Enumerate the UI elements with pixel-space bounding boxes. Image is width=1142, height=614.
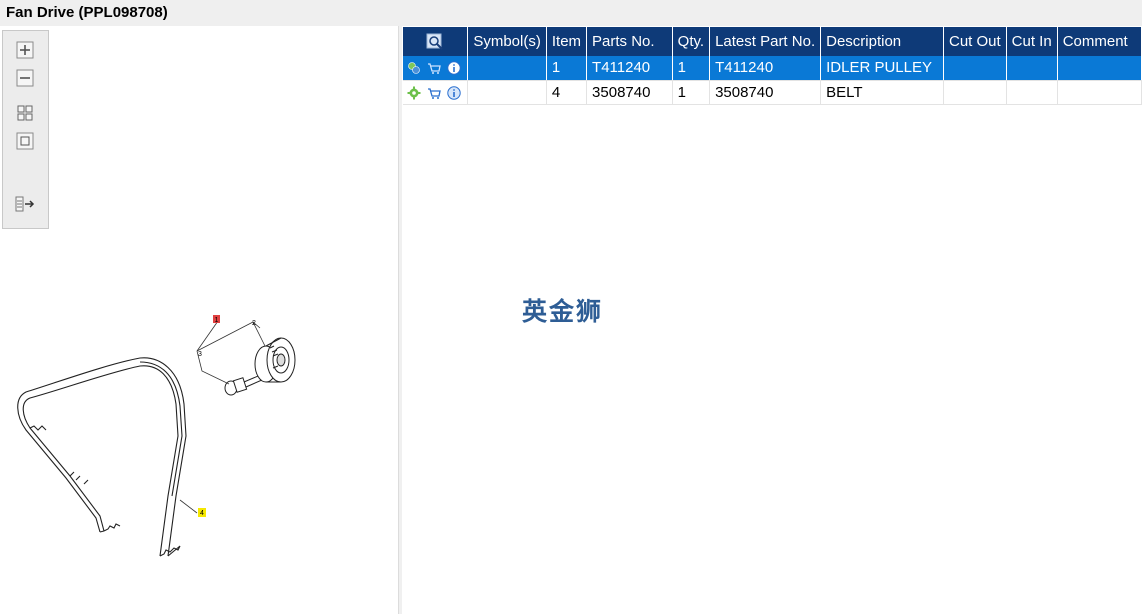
replace-part-icon[interactable]	[407, 61, 421, 75]
callout-3-label[interactable]: 3	[198, 351, 202, 358]
cell-description: BELT	[820, 80, 944, 105]
cell-item: 1	[546, 56, 588, 81]
cell-comment	[1057, 80, 1142, 105]
column-header-parts-no[interactable]: Parts No.	[586, 27, 673, 56]
column-header-latest-part-no[interactable]: Latest Part No.	[709, 27, 822, 56]
callout-2: 2	[252, 320, 256, 327]
cell-cut-in	[1006, 56, 1058, 81]
parts-table: Symbol(s) Item Parts No. Qty. Latest Par…	[403, 27, 1142, 105]
magnifier-icon	[426, 33, 443, 50]
cell-comment	[1057, 56, 1142, 81]
column-header-item[interactable]: Item	[546, 27, 588, 56]
table-row[interactable]: 1 T411240 1 T411240 IDLER PULLEY	[403, 56, 1142, 81]
column-header-description[interactable]: Description	[820, 27, 944, 56]
info-icon[interactable]	[447, 61, 462, 75]
column-header-search[interactable]	[403, 27, 469, 56]
window-title: Fan Drive (PPL098708)	[0, 0, 1142, 26]
cell-latest-part-no: T411240	[709, 56, 822, 81]
column-header-comment[interactable]: Comment	[1057, 27, 1142, 56]
table-header-row: Symbol(s) Item Parts No. Qty. Latest Par…	[403, 27, 1142, 56]
cell-item: 4	[546, 80, 588, 105]
gear-icon[interactable]	[407, 86, 421, 100]
row-action-icons	[403, 80, 469, 105]
cell-qty: 1	[672, 80, 711, 105]
callout-1: 1	[213, 315, 220, 324]
info-icon[interactable]	[447, 85, 462, 100]
cell-cut-out	[943, 56, 1007, 81]
callout-4-label[interactable]: 4	[200, 510, 204, 517]
callout-4: 4	[198, 508, 206, 517]
exploded-diagram: 1 2 3 4	[17, 315, 296, 557]
column-header-cut-in[interactable]: Cut In	[1006, 27, 1058, 56]
callout-1-label[interactable]: 1	[215, 317, 219, 324]
cell-latest-part-no: 3508740	[709, 80, 822, 105]
table-row[interactable]: 4 3508740 1 3508740 BELT	[403, 80, 1142, 105]
cell-cut-out	[943, 80, 1007, 105]
watermark-text: 英金狮	[522, 297, 604, 326]
row-action-icons	[403, 56, 469, 81]
parts-list-pane: Symbol(s) Item Parts No. Qty. Latest Par…	[402, 26, 1142, 614]
cell-symbols	[467, 56, 547, 81]
callout-3: 3	[198, 351, 202, 358]
cell-qty: 1	[672, 56, 711, 81]
cell-parts-no: T411240	[586, 56, 673, 81]
shopping-cart-icon[interactable]	[427, 86, 441, 100]
diagram-pane[interactable]: 1 2 3 4	[0, 26, 398, 614]
cell-parts-no: 3508740	[586, 80, 673, 105]
callout-leaders	[179, 320, 266, 514]
cell-cut-in	[1006, 80, 1058, 105]
column-header-qty[interactable]: Qty.	[672, 27, 711, 56]
pulley-drawing	[254, 337, 296, 383]
callout-2-label[interactable]: 2	[252, 320, 256, 327]
column-header-symbols[interactable]: Symbol(s)	[467, 27, 547, 56]
shopping-cart-icon[interactable]	[427, 61, 441, 75]
column-header-cut-out[interactable]: Cut Out	[943, 27, 1007, 56]
cell-symbols	[467, 80, 547, 105]
belt-drawing	[17, 357, 187, 557]
cell-description: IDLER PULLEY	[820, 56, 944, 81]
